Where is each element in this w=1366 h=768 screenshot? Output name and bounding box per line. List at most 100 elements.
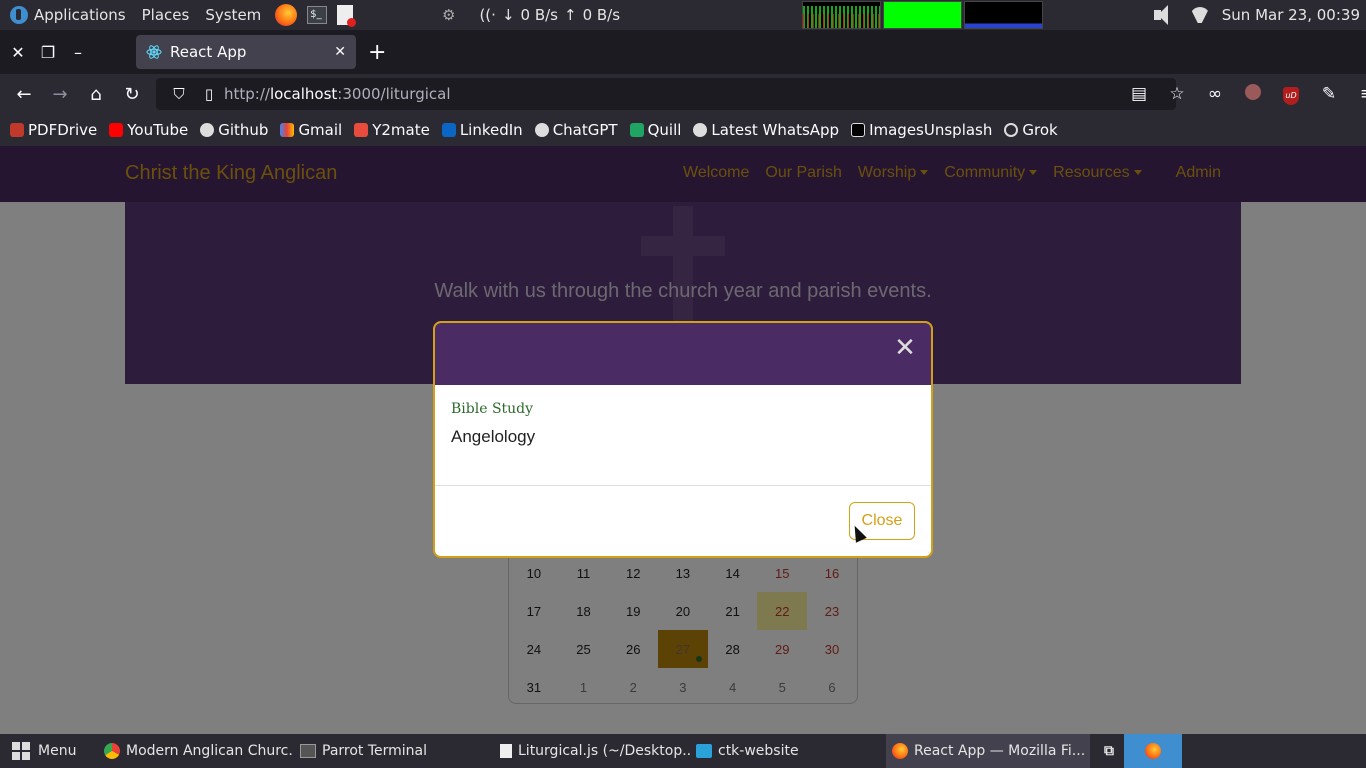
bookmark-whatsapp[interactable]: Latest WhatsApp xyxy=(693,121,839,139)
browser-nav-bar: ← → ⌂ ↻ ⛉ ▯ http://localhost:3000/liturg… xyxy=(0,74,1366,114)
terminal-icon xyxy=(300,744,316,758)
network-monitor: ⚙ ((· ↓ 0 B/s ↑ 0 B/s xyxy=(442,6,620,24)
back-icon[interactable]: ← xyxy=(6,84,42,105)
quill-icon xyxy=(629,123,644,137)
applications-label: Applications xyxy=(34,6,126,24)
firefox-workspace-icon xyxy=(1145,743,1161,759)
event-type: Bible Study xyxy=(451,401,534,417)
whatsapp-icon xyxy=(693,123,708,137)
bookmark-github[interactable]: Github xyxy=(200,121,268,139)
bookmark-label: Y2mate xyxy=(372,121,430,139)
taskbar-item-chrome[interactable]: Modern Anglican Churc... xyxy=(98,734,294,768)
bookmark-label: Gmail xyxy=(298,121,343,139)
network-graph xyxy=(964,1,1043,29)
modal-close-icon[interactable]: ✕ xyxy=(893,335,917,361)
bookmark-pdfdrive[interactable]: PDFDrive xyxy=(10,121,97,139)
modal-footer: Close xyxy=(435,486,931,556)
new-tab-icon[interactable]: + xyxy=(368,40,386,65)
bookmark-chatgpt[interactable]: ChatGPT xyxy=(534,121,618,139)
taskbar-item-label: React App — Mozilla Fi... xyxy=(914,743,1086,759)
home-icon[interactable]: ⌂ xyxy=(78,84,114,105)
taskbar-item-label: Liturgical.js (~/Desktop... xyxy=(518,743,690,759)
bookmark-label: LinkedIn xyxy=(459,121,523,139)
gmail-icon xyxy=(280,123,295,137)
bookmark-label: ImagesUnsplash xyxy=(869,121,993,139)
react-favicon-icon xyxy=(146,45,162,59)
bookmark-star-icon[interactable]: ☆ xyxy=(1158,84,1196,104)
youtube-icon xyxy=(109,123,124,137)
clock[interactable]: Sun Mar 23, 00:39 xyxy=(1222,6,1360,24)
extension-avatar-icon[interactable] xyxy=(1234,83,1272,105)
taskbar-item-label: Modern Anglican Churc... xyxy=(126,743,294,759)
web-page: Christ the King Anglican Welcome Our Par… xyxy=(0,146,1366,734)
forward-icon[interactable]: → xyxy=(42,84,78,105)
url-bar[interactable]: ⛉ ▯ http://localhost:3000/liturgical xyxy=(156,78,1176,110)
places-menu[interactable]: Places xyxy=(142,6,190,24)
window-restore-icon[interactable]: ❐ xyxy=(33,43,63,62)
bookmark-quill[interactable]: Quill xyxy=(629,121,681,139)
url-path: :3000/liturgical xyxy=(337,85,451,103)
firefox-icon xyxy=(892,743,908,759)
os-taskbar: Menu Modern Anglican Churc... Parrot Ter… xyxy=(0,734,1366,768)
taskbar-item-editor[interactable]: Liturgical.js (~/Desktop... xyxy=(494,734,690,768)
window-close-icon[interactable]: ✕ xyxy=(3,43,33,62)
tools-wrench-icon[interactable]: ✎ xyxy=(1310,84,1348,104)
bookmarks-bar: PDFDrive YouTube Github Gmail Y2mate Lin… xyxy=(0,114,1366,146)
bookmark-gmail[interactable]: Gmail xyxy=(280,121,342,139)
pdfdrive-icon xyxy=(10,123,24,137)
net-down-rate: 0 B/s xyxy=(520,6,558,24)
url-text: http://localhost:3000/liturgical xyxy=(224,85,451,103)
event-modal: ✕ Bible Study Angelology Close xyxy=(433,321,933,558)
volume-icon[interactable] xyxy=(1152,4,1178,26)
workspace-indicator[interactable] xyxy=(1124,734,1182,768)
bookmark-y2mate[interactable]: Y2mate xyxy=(354,121,430,139)
folder-icon xyxy=(696,744,712,758)
firefox-launcher-icon[interactable] xyxy=(275,4,298,26)
system-monitor-graphs xyxy=(802,1,1043,29)
ublock-icon[interactable]: uD xyxy=(1272,83,1310,105)
reload-icon[interactable]: ↻ xyxy=(114,84,150,105)
bookmark-label: Grok xyxy=(1022,121,1058,139)
reader-view-icon[interactable]: ▤ xyxy=(1120,84,1158,104)
taskbar-item-label: ctk-website xyxy=(718,743,799,759)
chatgpt-icon xyxy=(534,123,549,137)
private-mask-icon[interactable]: ∞ xyxy=(1196,84,1234,104)
bookmark-youtube[interactable]: YouTube xyxy=(109,121,188,139)
text-editor-launcher-icon[interactable] xyxy=(337,5,357,27)
applications-menu[interactable]: Applications xyxy=(10,6,126,24)
system-label: System xyxy=(205,6,262,24)
bookmark-label: PDFDrive xyxy=(28,121,98,139)
terminal-launcher-icon[interactable]: $_ xyxy=(307,6,328,24)
taskbar-item-firefox[interactable]: React App — Mozilla Fi... xyxy=(886,734,1090,768)
bookmark-imagesunsplash[interactable]: ImagesUnsplash xyxy=(851,121,992,139)
tab-close-icon[interactable]: ✕ xyxy=(334,44,346,60)
taskbar-item-label: Parrot Terminal xyxy=(322,743,428,759)
linkedin-icon xyxy=(441,123,456,137)
chrome-icon xyxy=(104,743,120,759)
wifi-signal-icon: ((· xyxy=(479,6,496,24)
taskbar-item-terminal[interactable]: Parrot Terminal xyxy=(294,734,490,768)
page-info-icon[interactable]: ▯ xyxy=(194,85,224,103)
places-label: Places xyxy=(141,6,190,24)
url-host: localhost xyxy=(269,85,338,103)
bookmark-linkedin[interactable]: LinkedIn xyxy=(441,121,523,139)
hamburger-menu-icon[interactable]: ≡ xyxy=(1348,84,1366,104)
memory-graph xyxy=(883,1,962,29)
y2mate-icon xyxy=(354,123,369,137)
github-icon xyxy=(200,123,215,137)
workspace-switcher-icon[interactable]: ⧉ xyxy=(1094,743,1124,759)
taskbar-empty-space xyxy=(1182,734,1366,768)
os-top-panel: Applications Places System $_ ⚙ ((· ↓ 0 … xyxy=(0,0,1366,30)
system-menu[interactable]: System xyxy=(205,6,261,24)
start-menu-button[interactable]: Menu xyxy=(12,742,102,760)
window-minimize-icon[interactable]: – xyxy=(63,43,93,62)
net-up-rate: 0 B/s xyxy=(582,6,621,24)
url-prefix: http:// xyxy=(224,85,270,103)
settings-gear-icon[interactable]: ⚙ xyxy=(442,6,455,24)
bookmark-grok[interactable]: Grok xyxy=(1004,121,1058,139)
tab-react-app[interactable]: React App ✕ xyxy=(136,35,356,69)
taskbar-item-files[interactable]: ctk-website xyxy=(690,734,886,768)
browser-tab-bar: ✕ ❐ – React App ✕ + xyxy=(0,30,1366,74)
tracking-shield-icon[interactable]: ⛉ xyxy=(164,85,194,103)
wifi-icon[interactable] xyxy=(1190,7,1210,23)
